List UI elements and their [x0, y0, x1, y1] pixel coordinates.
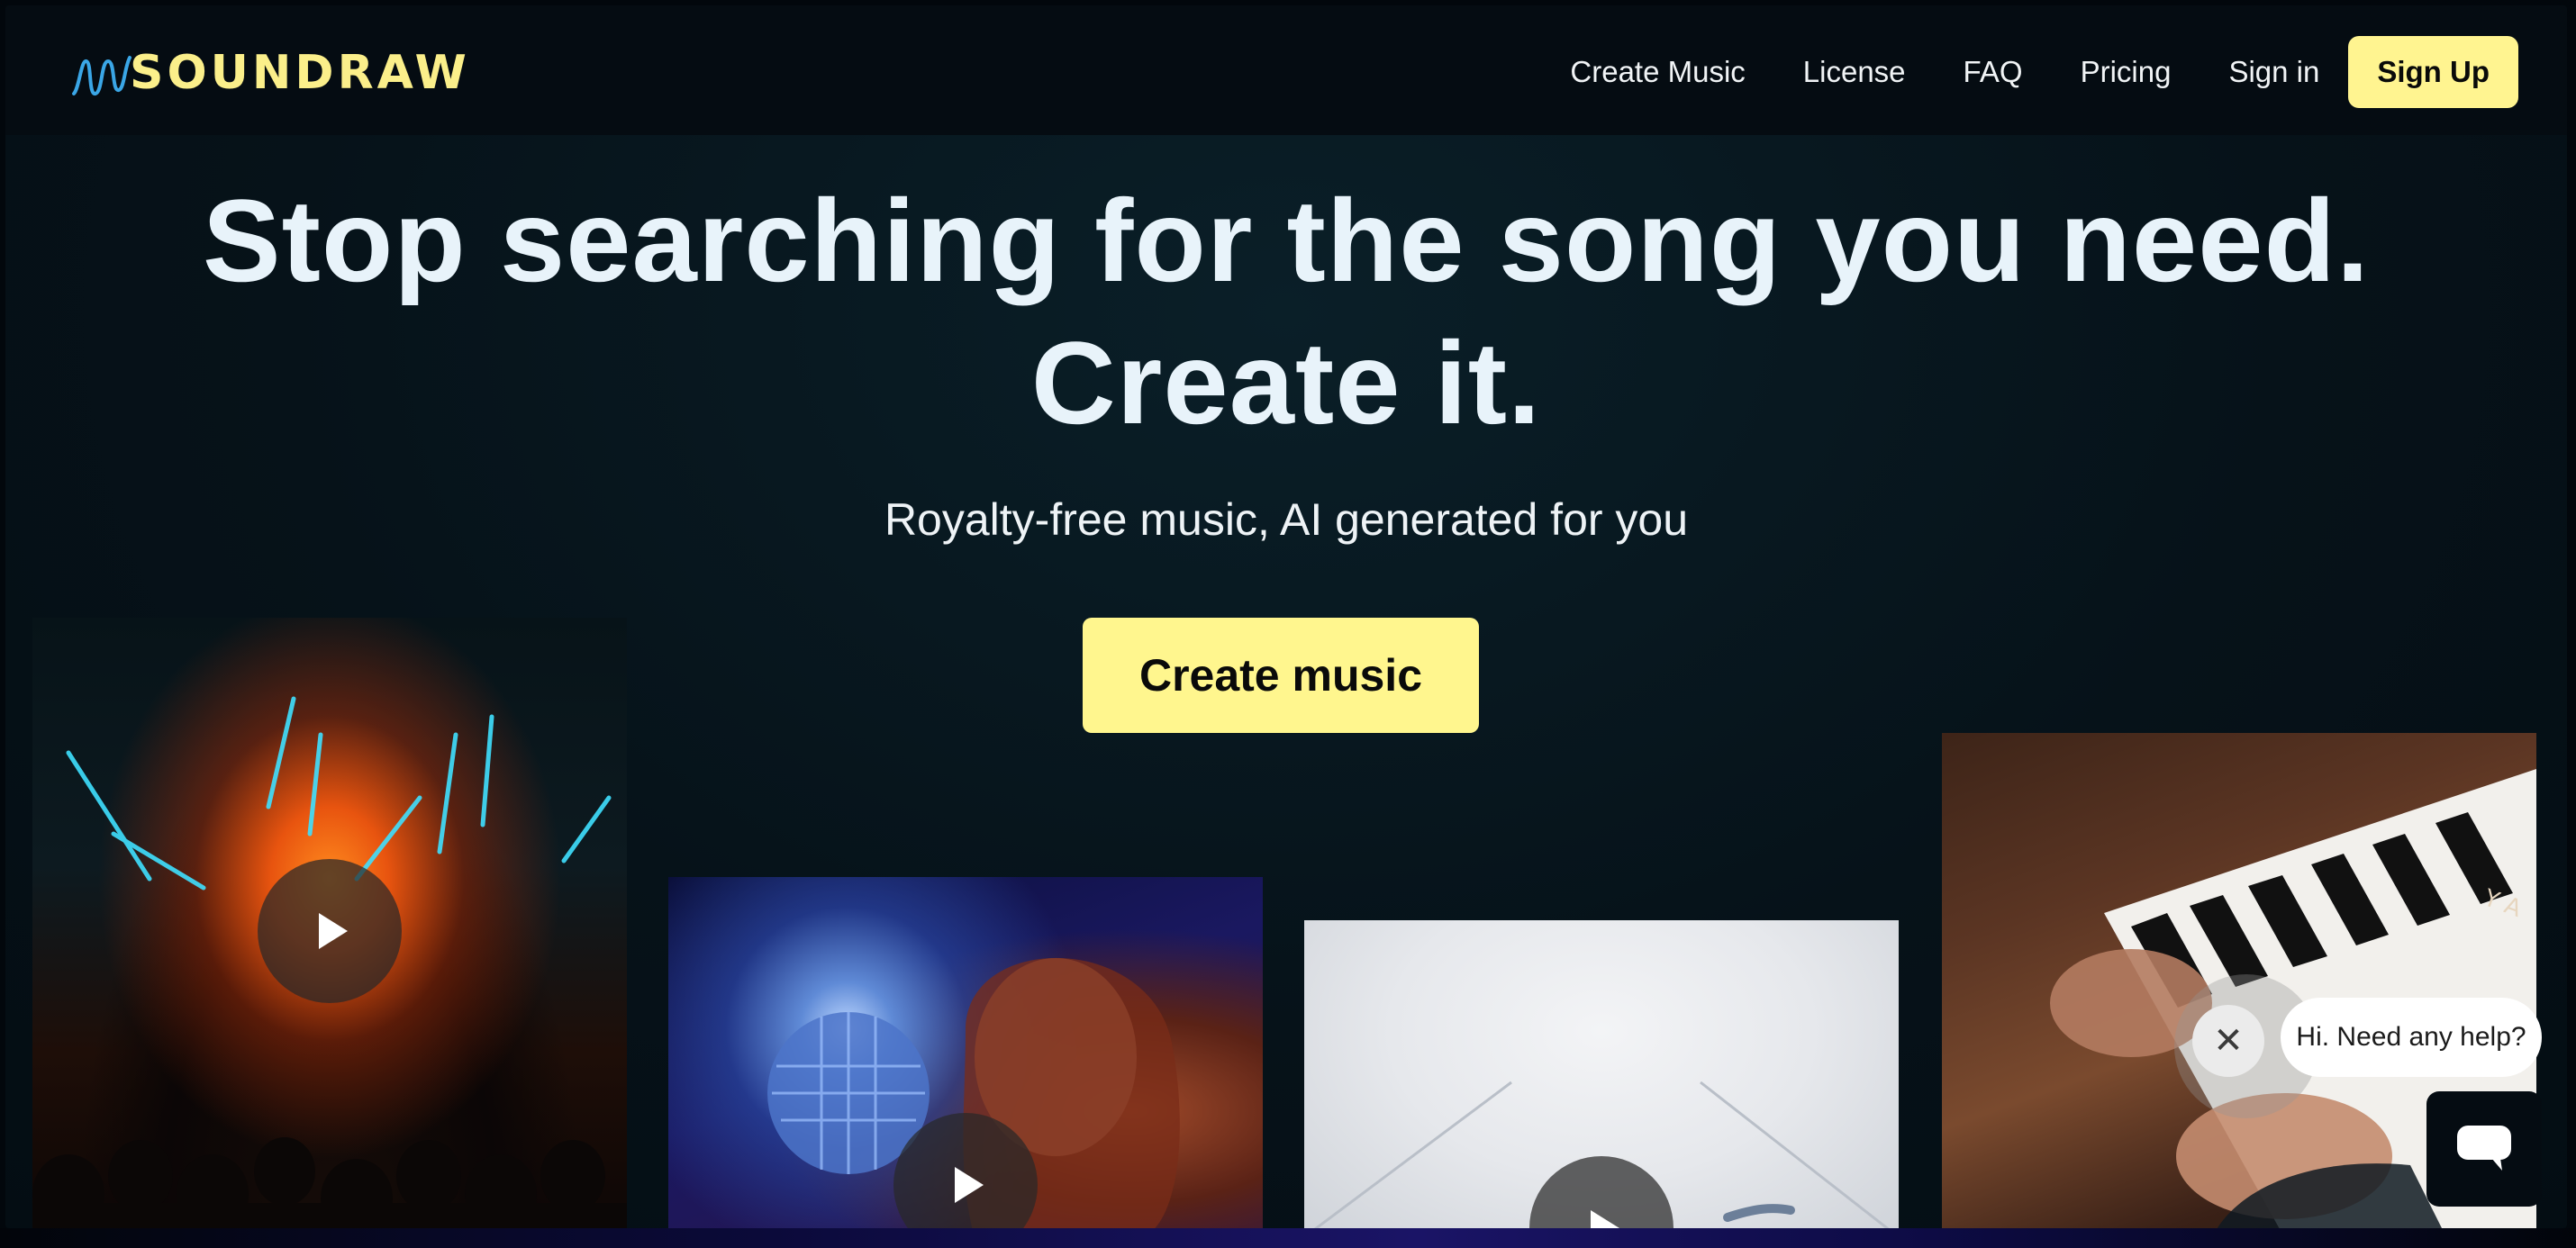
hero-title-line-2: Create it. [1030, 317, 1542, 448]
sound-wave-icon [72, 56, 132, 95]
nav-link-faq[interactable]: FAQ [1964, 55, 2023, 89]
play-button[interactable] [258, 859, 402, 1003]
play-icon [319, 913, 348, 949]
music-card-concert[interactable] [32, 618, 627, 1228]
nav-link-license[interactable]: License [1803, 55, 1906, 89]
logo-text: SOUNDRAW [130, 46, 470, 100]
create-music-button[interactable]: Create music [1083, 618, 1479, 733]
sign-up-button[interactable]: Sign Up [2348, 36, 2518, 108]
chat-greeting-bubble[interactable]: Hi. Need any help? [2281, 998, 2542, 1077]
hero-subtitle: Royalty-free music, AI generated for you [884, 494, 1689, 545]
nav-links: Create Music License FAQ Pricing Sign in… [1512, 34, 2518, 110]
hero-title-line-1: Stop searching for the song you need. [202, 175, 2371, 306]
soundraw-logo[interactable]: SOUNDRAW [70, 41, 470, 104]
nav-link-pricing[interactable]: Pricing [2081, 55, 2172, 89]
bottom-edge-strip [0, 1228, 2576, 1248]
play-icon [955, 1167, 984, 1203]
top-nav: SOUNDRAW Create Music License FAQ Pricin… [5, 5, 2567, 135]
chat-icon [2457, 1126, 2511, 1171]
chat-launcher-button[interactable] [2426, 1091, 2542, 1207]
play-icon [1591, 1210, 1619, 1228]
music-card-disco[interactable] [668, 877, 1263, 1228]
chat-close-button[interactable]: ✕ [2192, 1005, 2264, 1077]
hero-title: Stop searching for the song you need. Cr… [5, 169, 2567, 454]
close-icon: ✕ [2213, 1020, 2244, 1062]
music-card-hallway[interactable] [1304, 920, 1899, 1228]
nav-link-create-music[interactable]: Create Music [1570, 55, 1745, 89]
page: SOUNDRAW Create Music License FAQ Pricin… [5, 5, 2567, 1228]
nav-link-sign-in[interactable]: Sign in [2228, 55, 2319, 89]
